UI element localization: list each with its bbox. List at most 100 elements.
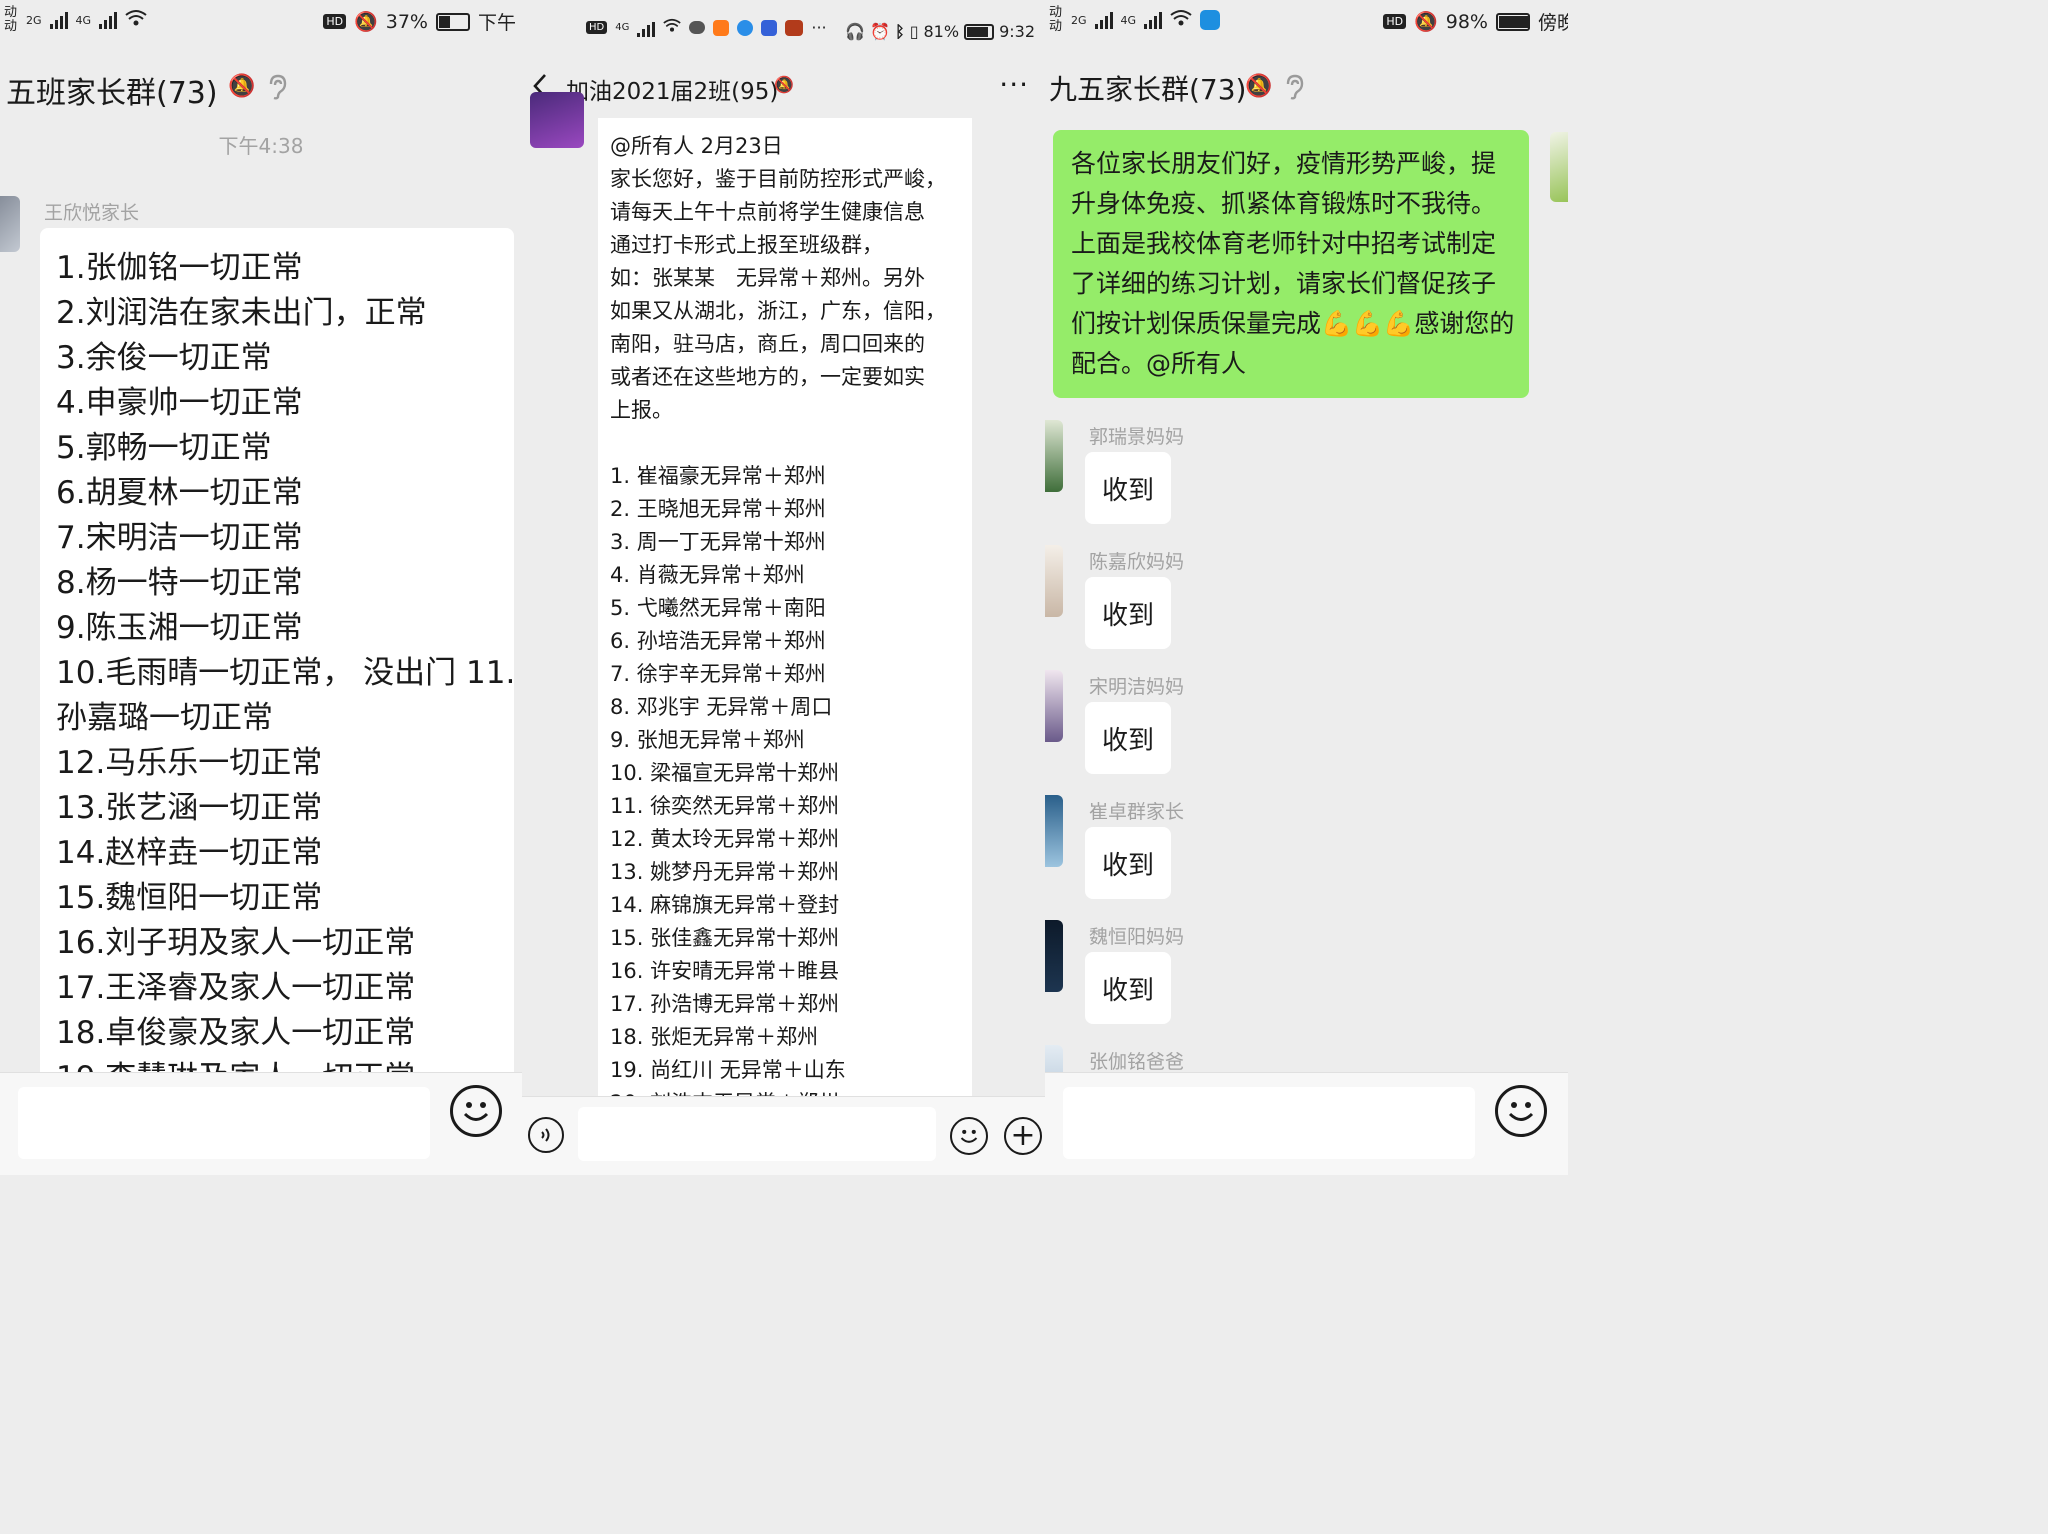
message-line: 7. 徐宇辛无异常＋郑州 [610, 662, 826, 686]
message-line: 6.胡夏林一切正常 [56, 475, 303, 511]
message-line: 通过打卡形式上报至班级群， [610, 233, 883, 257]
emoji-icon[interactable] [450, 1085, 502, 1137]
ear-icon[interactable] [266, 74, 288, 106]
hd-icon: HD [586, 21, 608, 34]
message-line: 5.郭畅一切正常 [56, 430, 272, 466]
wifi-icon [663, 18, 682, 37]
message-line: 1. 崔福豪无异常＋郑州 [610, 464, 826, 488]
wifi-icon [125, 9, 147, 32]
message-line: 15.魏恒阳一切正常 [56, 880, 323, 916]
bluetooth-icon: ᛒ [895, 22, 905, 41]
chat-panel-3: 动动 2G 4G HD 🔕 98% 傍晚 九五家长群(73) 🔕 各位家长朋友们… [1045, 0, 1568, 1175]
chat-header: 五班家长群(73) 🔕 [0, 58, 522, 118]
battery-percent: 98% [1445, 10, 1488, 33]
message-bubble[interactable]: 1.张伽铭一切正常 2.刘润浩在家未出门，正常 3.余俊一切正常 4.申豪帅一切正常 5… [40, 228, 514, 1088]
bell-slash-icon: 🔕 [774, 75, 794, 94]
message-bubble[interactable]: 收到 [1085, 577, 1171, 649]
message-line: 13.张艺涵一切正常 [56, 790, 323, 826]
chat-header: 加油2021届2班(95) 🔕 ··· [522, 58, 1045, 118]
message-line: 3.余俊一切正常 [56, 340, 272, 376]
message-line: 14. 麻锦旗无异常＋登封 [610, 893, 840, 917]
avatar[interactable] [1045, 420, 1063, 492]
signal-icon [637, 19, 656, 37]
message-line: 10. 梁福宣无异常十郑州 [610, 761, 840, 785]
avatar[interactable] [1045, 920, 1063, 992]
sender-name: 魏恒阳妈妈 [1089, 926, 1185, 948]
message-line: @所有人 2月23日 [610, 134, 783, 158]
hd-icon: HD [323, 14, 347, 29]
network-4g-label: 4G [1120, 13, 1137, 27]
sender-name: 郭瑞景妈妈 [1089, 426, 1185, 448]
message-line: 如果又从湖北，浙江，广东，信阳， [610, 299, 946, 323]
message-line: 7.宋明洁一切正常 [56, 520, 303, 556]
avatar[interactable] [530, 92, 584, 148]
message-line: 家长您好，鉴于目前防控形式严峻， [610, 167, 946, 191]
network-2g-label: 2G [26, 13, 42, 27]
message-bubble[interactable]: 收到 [1085, 827, 1171, 899]
message-bubble-self[interactable]: 各位家长朋友们好，疫情形势严峻，提升身体免疫、抓紧体育锻炼时不我待。上面是我校体… [1053, 130, 1529, 398]
avatar-self[interactable] [1550, 132, 1568, 202]
plus-icon[interactable]: + [1004, 1117, 1042, 1155]
chat-header: 九五家长群(73) 🔕 [1045, 58, 1568, 118]
message-line: 请每天上午十点前将学生健康信息 [610, 200, 925, 224]
message-line: 14.赵梓垚一切正常 [56, 835, 323, 871]
sender-name: 王欣悦家长 [44, 202, 140, 224]
voice-icon[interactable] [528, 1117, 564, 1153]
battery-icon [964, 23, 995, 40]
more-icon[interactable]: ··· [999, 68, 1029, 101]
chat-title: 九五家长群(73) [1049, 73, 1247, 106]
status-bar: 动动 2G 4G HD 🔕 37% 下午 [0, 0, 522, 44]
emoji-icon[interactable] [1495, 1085, 1547, 1137]
battery-icon [1495, 12, 1530, 31]
message-line: 4.申豪帅一切正常 [56, 385, 303, 421]
avatar[interactable] [0, 196, 20, 252]
message-input[interactable] [578, 1107, 936, 1161]
message-bubble[interactable]: 收到 [1085, 952, 1171, 1024]
message-bubble[interactable]: 收到 [1085, 702, 1171, 774]
message-input[interactable] [1063, 1087, 1475, 1159]
input-bar: + [522, 1096, 1045, 1175]
status-bar: 动动 2G 4G HD 🔕 98% 傍晚 [1045, 0, 1568, 44]
message-bubble[interactable]: 收到 [1085, 452, 1171, 524]
message-line: 15. 张佳鑫无异常十郑州 [610, 926, 840, 950]
message-line: 10.毛雨晴一切正常， 没出门 11. [56, 655, 514, 691]
message-line: 13. 姚梦丹无异常＋郑州 [610, 860, 840, 884]
ear-icon[interactable] [1283, 74, 1305, 106]
wifi-icon [1170, 9, 1192, 32]
message-text: 各位家长朋友们好，疫情形势严峻，提升身体免疫、抓紧体育锻炼时不我待。上面是我校体… [1071, 149, 1515, 378]
avatar[interactable] [1045, 795, 1063, 867]
carrier-label: 动动 [4, 5, 18, 34]
message-line: 17. 孙浩博无异常＋郑州 [610, 992, 840, 1016]
battery-percent: 37% [385, 10, 428, 33]
chat-panel-2: HD 4G ··· 🎧 ⏰ ᛒ ▯ 81% 9:32 加油2021届2班(95)… [522, 0, 1045, 1175]
headset-icon: 🎧 [845, 22, 866, 41]
message-line: 16. 许安晴无异常＋睢县 [610, 959, 840, 983]
message-line: 如：张某某 无异常＋郑州。另外 [610, 266, 925, 290]
browser-icon [737, 19, 754, 36]
emoji-icon[interactable] [950, 1117, 988, 1155]
network-4g-label: 4G [75, 13, 92, 27]
message-line: 12. 黄太玲无异常＋郑州 [610, 827, 840, 851]
input-bar [1045, 1072, 1568, 1175]
carrier-label: 动动 [1049, 5, 1063, 34]
message-bubble[interactable]: @所有人 2月23日家长您好，鉴于目前防控形式严峻， 请每天上午十点前将学生健康信… [598, 118, 972, 1108]
avatar[interactable] [1045, 670, 1063, 742]
network-2g-label: 2G [1071, 13, 1087, 27]
chat-panel-1: 动动 2G 4G HD 🔕 37% 下午 五班家长群(73) 🔕 下午4:38 … [0, 0, 522, 1175]
message-line: 17.王泽睿及家人一切正常 [56, 970, 416, 1006]
game-app-icon [785, 19, 804, 36]
message-line: 或者还在这些地方的，一定要如实 [610, 365, 925, 389]
message-input[interactable] [18, 1087, 430, 1159]
message-line: 19. 尚红川 无异常＋山东 [610, 1058, 846, 1082]
message-list-text: 1. 崔福豪无异常＋郑州 2. 王晓旭无异常＋郑州 3. 周一丁无异常十郑州 4. 肖… [598, 460, 972, 1108]
message-timestamp: 下午4:38 [218, 134, 304, 158]
status-time: 下午 [477, 12, 516, 34]
bell-slash-icon: 🔕 [354, 11, 378, 33]
message-line: 9.陈玉湘一切正常 [56, 610, 303, 646]
avatar[interactable] [1045, 545, 1063, 617]
message-line: 4. 肖薇无异常＋郑州 [610, 563, 805, 587]
message-line: 18. 张炬无异常＋郑州 [610, 1025, 819, 1049]
message-line: 1.张伽铭一切正常 [56, 250, 303, 286]
message-line: 12.马乐乐一切正常 [56, 745, 323, 781]
input-bar [0, 1072, 522, 1175]
